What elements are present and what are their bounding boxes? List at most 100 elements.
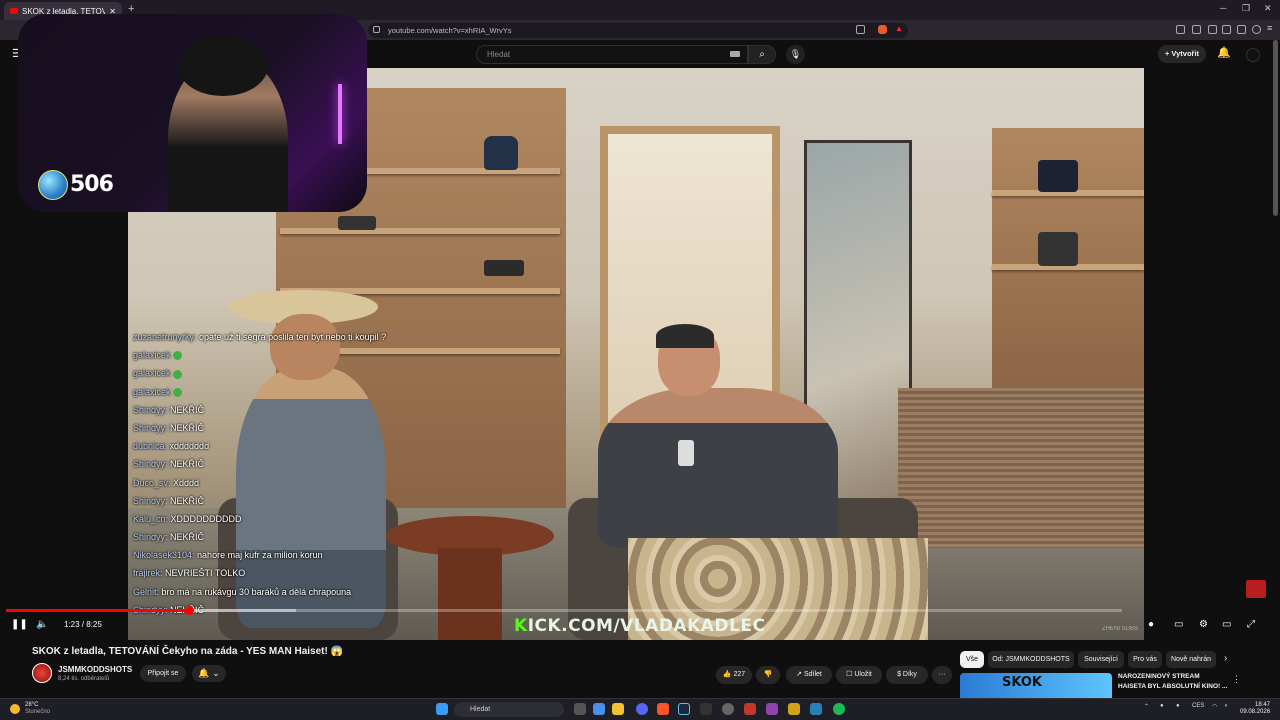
share-button[interactable]: ↗ Sdílet [786,666,832,684]
chip-related[interactable]: Související [1078,651,1124,668]
steam-icon[interactable] [678,703,690,715]
join-button[interactable]: Připojit se [140,665,186,682]
headphones [178,36,268,96]
brave-shield-icon[interactable] [878,25,887,34]
subtitles-icon[interactable]: ▭ [1174,619,1183,630]
chat-username: Shindyy: [133,459,171,470]
notifications-bell-icon[interactable]: 🔔 [1217,46,1231,59]
chat-username: galaxicek [133,386,174,397]
theater-mode-icon[interactable]: ▭ [1222,619,1231,630]
account-avatar[interactable] [1246,48,1260,62]
channel-avatar[interactable] [32,663,52,683]
address-bar[interactable]: youtube.com/watch?v=xhRIA_WrvYs [368,23,908,38]
wifi-icon[interactable]: ◠ [1212,703,1217,710]
close-window-icon[interactable]: ✕ [1264,3,1272,14]
spotify-icon[interactable] [833,703,845,715]
menu-icon[interactable]: ≡ [1267,23,1272,33]
chat-username: zuzanetrunyrky: [133,332,200,342]
widgets-icon[interactable] [593,703,605,715]
brave-icon[interactable] [657,703,669,715]
chat-username: Nikolasek3104: [133,550,198,561]
wallet-icon[interactable] [1222,25,1231,34]
voice-search-icon[interactable]: 🎙 [786,45,805,64]
chevron-right-icon[interactable]: › [1224,653,1227,664]
chat-text: opate už ti ségra poslila ten byt nebo t… [199,332,387,342]
epic-icon[interactable] [700,703,712,715]
extensions-icon[interactable] [1176,25,1185,34]
speaker-icon[interactable]: ◖ [1224,703,1228,709]
tray-arrow-icon[interactable]: ⌃ [1144,703,1149,710]
app-icon[interactable] [744,703,756,715]
language-indicator[interactable]: CES [1192,703,1204,709]
chip-from-channel[interactable]: Od: JSMMKODDSHOTS [988,651,1074,668]
chat-message: dubnica: xddddddd [133,437,453,455]
chat-text: XDDDDDDDDDD [170,513,242,524]
windows-taskbar: 28°C Slunečno Hledat ⌃ ● ● CES ◠ ◖ 18:47… [0,698,1280,720]
reco-more-icon[interactable]: ⋮ [1232,674,1241,685]
recommended-video-title[interactable]: NAROZENINOVÝ STREAM HAISETA BYL ABSOLUTN… [1118,672,1230,692]
dislike-button[interactable]: 👎 [756,666,780,684]
tray-icon[interactable]: ● [1176,703,1180,709]
display-counter [898,388,1144,548]
discord-icon[interactable] [636,703,648,715]
windows-start-icon[interactable] [436,703,448,715]
more-actions-button[interactable]: ··· [932,666,952,684]
settings-app-icon[interactable] [722,703,734,715]
app-icon[interactable] [788,703,800,715]
chat-message: Duco_sv: Xdddd [133,474,453,492]
recommended-video-thumbnail[interactable]: SKOK [960,673,1112,701]
page-info-icon[interactable] [373,26,380,33]
chat-username: galaxicek [133,350,174,361]
chip-all[interactable]: Vše [960,651,984,668]
backpack-product [484,136,518,170]
create-button[interactable]: + Vytvořit [1158,45,1206,63]
search-input[interactable]: Hledat [476,45,748,64]
page-scrollbar[interactable] [1273,40,1278,216]
weather-widget[interactable]: 28°C Slunečno [25,702,50,716]
notification-bell-button[interactable]: 🔔 ⌄ [192,665,226,682]
reco-title-line1: NAROZENINOVÝ STREAM [1118,673,1200,680]
settings-gear-icon[interactable]: ⚙ [1199,619,1208,630]
channel-logo-icon[interactable] [1246,580,1266,598]
pause-icon[interactable]: ❚❚ [11,619,28,630]
fullscreen-icon[interactable]: ⤢ [1247,619,1255,630]
search-button[interactable]: ⌕ [748,45,776,64]
channel-name[interactable]: JSMMKODDSHOTS [58,665,132,674]
taskbar-search[interactable]: Hledat [454,702,564,717]
tray-icon[interactable]: ● [1160,703,1164,709]
globe-icon [38,170,68,200]
chat-username: Shindyy: [133,404,171,415]
chat-message: galaxicek [133,364,453,382]
cast-icon[interactable] [856,25,865,34]
thanks-button[interactable]: $ Díky [886,666,928,684]
minimize-icon[interactable]: ─ [1220,3,1226,13]
cap [656,324,714,348]
save-button[interactable]: ☐ Uložit [836,666,882,684]
app-icon[interactable] [810,703,822,715]
vpn-icon[interactable] [1252,25,1261,34]
sidebar-icon[interactable] [1208,25,1217,34]
volume-icon[interactable]: 🔈 [36,619,48,630]
chat-username: dubnica: [133,441,170,452]
keyboard-icon[interactable] [730,51,740,57]
like-button[interactable]: 👍 227 [716,666,752,684]
chip-for-you[interactable]: Pro vás [1128,651,1162,668]
clock-date: 09.08.2026 [1240,709,1271,715]
chat-username: Duco_sv: [133,477,174,488]
download-icon[interactable] [1237,25,1246,34]
task-view-icon[interactable] [574,703,586,715]
music-icon[interactable] [1192,25,1201,34]
rewards-icon[interactable]: ▲ [895,24,903,33]
file-explorer-icon[interactable] [612,703,624,715]
maximize-icon[interactable]: ❐ [1242,3,1250,14]
app-icon[interactable] [766,703,778,715]
chat-username: Shindyy: [133,495,171,506]
chip-recently-uploaded[interactable]: Nově nahrán [1166,651,1216,668]
clock[interactable]: 18:47 09.08.2026 [1240,702,1270,716]
chat-emote-icon [173,369,183,379]
neon-light [338,84,342,144]
progress-bar[interactable] [6,606,1122,615]
temperature: 28°C [25,702,39,708]
scrubber-handle[interactable] [185,606,195,615]
autoplay-toggle-icon[interactable]: ● [1148,619,1154,630]
